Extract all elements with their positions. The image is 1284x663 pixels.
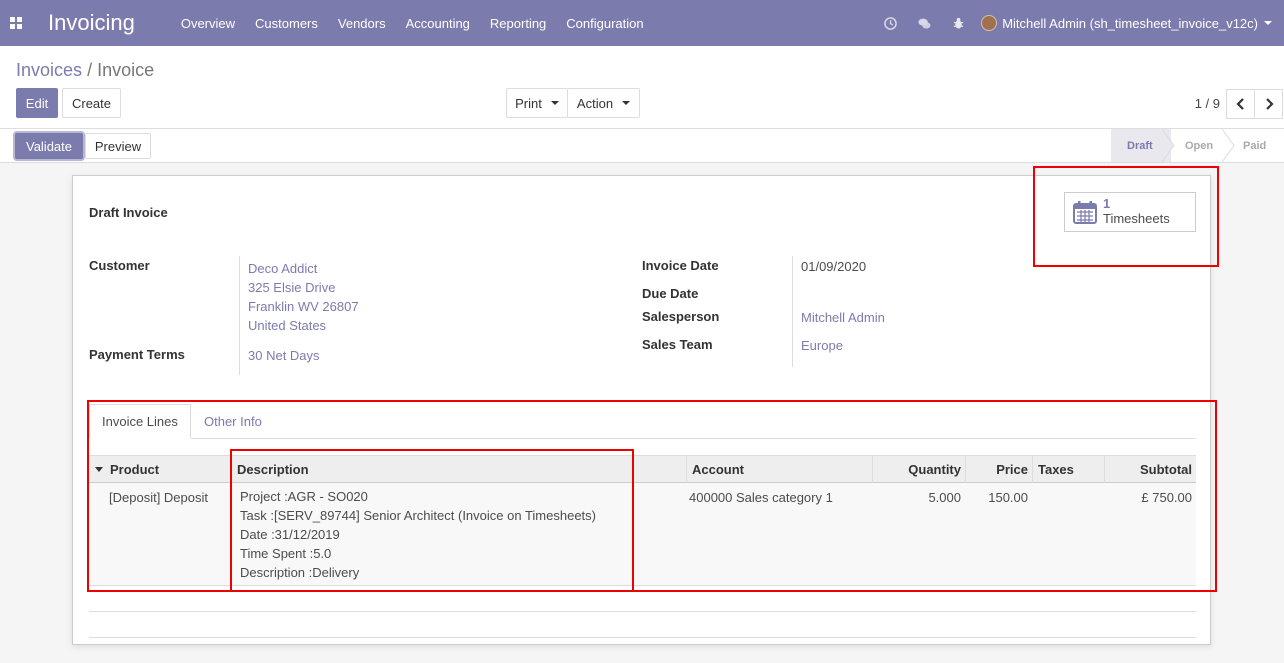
stage-arrow — [1222, 129, 1235, 162]
menu-customers[interactable]: Customers — [255, 16, 318, 31]
customer-city: Franklin WV 26807 — [248, 299, 359, 314]
bug-icon[interactable] — [941, 17, 975, 30]
avatar — [981, 15, 998, 31]
payment-terms-label: Payment Terms — [89, 347, 185, 362]
menu-accounting[interactable]: Accounting — [406, 16, 470, 31]
menu-vendors[interactable]: Vendors — [338, 16, 386, 31]
payment-terms-field[interactable]: 30 Net Days — [248, 348, 320, 363]
empty-table-row — [89, 611, 1196, 637]
invoice-date-label: Invoice Date — [642, 258, 719, 273]
highlight-box — [1033, 166, 1219, 267]
breadcrumb-separator: / — [87, 60, 93, 80]
salesperson-label: Salesperson — [642, 309, 720, 324]
menu-configuration[interactable]: Configuration — [566, 16, 643, 31]
salesperson-field[interactable]: Mitchell Admin — [801, 310, 885, 325]
invoice-title: Draft Invoice — [89, 205, 168, 220]
status-bar: Validate Preview Draft Open Paid — [0, 129, 1284, 163]
chevron-left-icon — [1235, 98, 1244, 110]
print-label: Print — [515, 95, 542, 111]
menu-overview[interactable]: Overview — [181, 16, 235, 31]
customer-street: 325 Elsie Drive — [248, 280, 336, 295]
customer-field[interactable]: Deco Addict 325 Elsie Drive Franklin WV … — [248, 259, 359, 335]
edit-button[interactable]: Edit — [16, 88, 58, 118]
user-name: Mitchell Admin (sh_timesheet_invoice_v12… — [1002, 15, 1258, 31]
empty-table-row — [89, 637, 1196, 663]
field-divider — [792, 256, 793, 367]
due-date-label: Due Date — [642, 286, 699, 301]
sales-team-label: Sales Team — [642, 337, 713, 352]
breadcrumb-invoices[interactable]: Invoices — [16, 60, 82, 80]
pager-next-button[interactable] — [1254, 89, 1283, 119]
user-menu[interactable]: Mitchell Admin (sh_timesheet_invoice_v12… — [981, 15, 1272, 31]
status-stages: Draft Open Paid — [1111, 129, 1284, 162]
action-button[interactable]: Action — [567, 88, 640, 118]
customer-label: Customer — [89, 258, 150, 273]
breadcrumb-current: Invoice — [97, 60, 155, 80]
validate-button[interactable]: Validate — [15, 133, 83, 159]
navbar-systray: Mitchell Admin (sh_timesheet_invoice_v12… — [873, 0, 1284, 46]
chevron-right-icon — [1265, 98, 1274, 110]
preview-button[interactable]: Preview — [85, 133, 151, 159]
apps-icon[interactable] — [0, 0, 32, 46]
customer-name[interactable]: Deco Addict — [248, 259, 359, 278]
field-divider — [239, 256, 240, 375]
invoice-date-field[interactable]: 01/09/2020 — [801, 259, 866, 274]
breadcrumb: Invoices / Invoice — [16, 60, 154, 81]
create-button[interactable]: Create — [62, 88, 121, 118]
control-panel: Invoices / Invoice Edit Create Print Act… — [0, 46, 1284, 129]
action-label: Action — [576, 95, 614, 111]
stage-arrow — [1162, 129, 1175, 162]
highlight-box — [230, 449, 634, 592]
clock-icon[interactable] — [873, 16, 907, 30]
sales-team-field[interactable]: Europe — [801, 338, 843, 353]
main-menu: Overview Customers Vendors Accounting Re… — [181, 16, 664, 31]
stage-paid[interactable]: Paid — [1229, 129, 1284, 162]
app-title[interactable]: Invoicing — [48, 10, 135, 36]
caret-down-icon — [1264, 21, 1272, 25]
chat-icon[interactable] — [907, 17, 941, 30]
caret-down-icon — [622, 101, 631, 105]
stage-open[interactable]: Open — [1171, 129, 1229, 162]
caret-down-icon — [550, 101, 559, 105]
customer-country: United States — [248, 318, 327, 333]
pager-previous-button[interactable] — [1226, 89, 1255, 119]
menu-reporting[interactable]: Reporting — [490, 16, 546, 31]
top-navbar: Invoicing Overview Customers Vendors Acc… — [0, 0, 1284, 46]
pager-value[interactable]: 1 / 9 — [1195, 96, 1220, 111]
print-button[interactable]: Print — [506, 88, 568, 118]
